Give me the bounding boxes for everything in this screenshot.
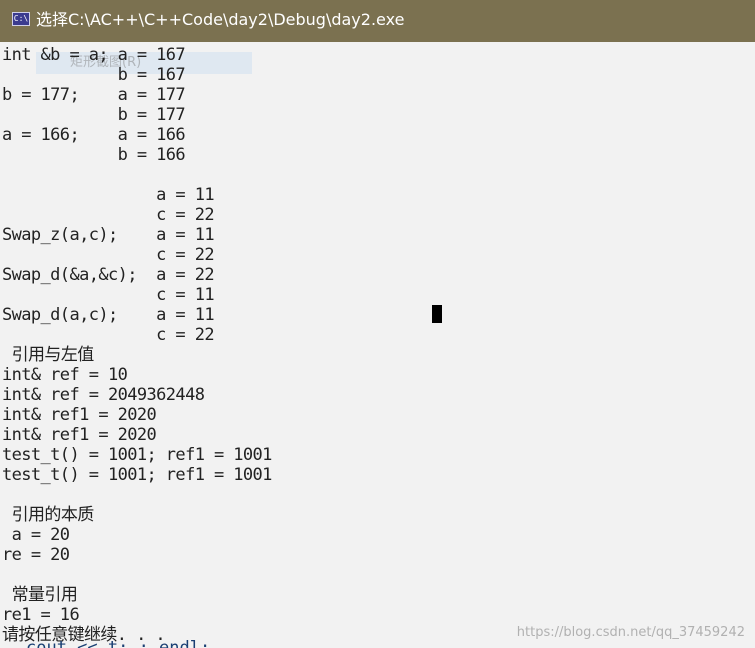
console-line: int& ref1 = 2020 xyxy=(2,425,157,445)
console-app-icon[interactable]: C:\ xyxy=(12,12,30,26)
console-line: int& ref = 2049362448 xyxy=(2,385,205,405)
console-line: c = 22 xyxy=(2,205,214,225)
console-line: re = 20 xyxy=(2,545,70,565)
watermark: https://blog.csdn.net/qq_37459242 xyxy=(516,625,745,640)
console-line: int& ref1 = 2020 xyxy=(2,405,157,425)
console-line: c = 22 xyxy=(2,325,214,345)
console-line: 引用与左值 xyxy=(2,345,95,365)
console-window: C:\ 选择C:\AC++\C++Code\day2\Debug\day2.ex… xyxy=(0,0,755,648)
console-line: b = 177 xyxy=(2,105,186,125)
console-line: a = 166; a = 166 xyxy=(2,125,186,145)
console-line: 常量引用 xyxy=(2,585,78,605)
console-output[interactable]: int &b = a; a = 167 b = 167 b = 177; a = … xyxy=(2,45,752,648)
console-line: Swap_d(a,c); a = 11 xyxy=(2,305,215,325)
console-line: c = 11 xyxy=(2,285,214,305)
console-line: Swap_z(a,c); a = 11 xyxy=(2,225,215,245)
title-bar[interactable]: C:\ 选择C:\AC++\C++Code\day2\Debug\day2.ex… xyxy=(0,0,755,42)
console-line: b = 177; a = 177 xyxy=(2,85,186,105)
console-cursor xyxy=(432,305,442,323)
console-line: int& ref = 10 xyxy=(2,365,128,385)
console-line: a = 20 xyxy=(2,525,70,545)
console-line: 引用的本质 xyxy=(2,505,95,525)
console-line: test_t() = 1001; ref1 = 1001 xyxy=(2,465,272,485)
window-title: 选择C:\AC++\C++Code\day2\Debug\day2.exe xyxy=(36,10,405,29)
console-line: int &b = a; a = 167 xyxy=(2,45,186,65)
code-peek-text: cout << t; ; endl; xyxy=(26,638,211,648)
console-line: b = 166 xyxy=(2,145,186,165)
console-line: re1 = 16 xyxy=(2,605,80,625)
console-line: c = 22 xyxy=(2,245,214,265)
console-line: Swap_d(&a,&c); a = 22 xyxy=(2,265,215,285)
console-line: b = 167 xyxy=(2,65,186,85)
console-line: a = 11 xyxy=(2,185,214,205)
console-line: test_t() = 1001; ref1 = 1001 xyxy=(2,445,272,465)
